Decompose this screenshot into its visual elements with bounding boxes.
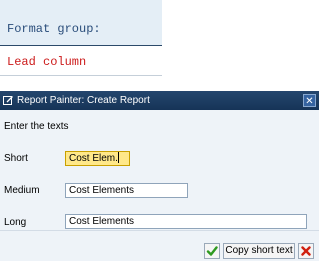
edit-window-icon bbox=[3, 95, 14, 106]
format-panel: Format group: Lead column bbox=[0, 0, 162, 85]
dialog-title: Report Painter: Create Report bbox=[17, 95, 150, 106]
medium-label: Medium bbox=[4, 185, 40, 196]
dialog-footer-divider bbox=[0, 230, 319, 231]
create-report-dialog: Report Painter: Create Report ✕ Enter th… bbox=[0, 91, 319, 261]
confirm-button[interactable] bbox=[204, 243, 220, 259]
dialog-intro-text: Enter the texts bbox=[4, 121, 69, 132]
cancel-x-icon bbox=[301, 246, 311, 256]
short-text-value: Cost Elem. bbox=[69, 153, 118, 164]
lead-column-row[interactable]: Lead column bbox=[0, 49, 162, 76]
text-caret bbox=[117, 152, 119, 163]
close-icon: ✕ bbox=[305, 96, 314, 107]
dialog-titlebar: Report Painter: Create Report ✕ bbox=[0, 91, 319, 110]
long-text-input[interactable]: Cost Elements bbox=[65, 214, 307, 229]
close-button[interactable]: ✕ bbox=[303, 94, 316, 107]
short-label: Short bbox=[4, 153, 28, 164]
medium-text-value: Cost Elements bbox=[69, 185, 135, 196]
medium-text-input[interactable]: Cost Elements bbox=[65, 183, 188, 198]
copy-short-text-button[interactable]: Copy short text bbox=[223, 243, 295, 259]
lead-column-text[interactable]: Lead column bbox=[7, 55, 86, 69]
cancel-button[interactable] bbox=[298, 243, 314, 259]
long-label: Long bbox=[4, 217, 27, 228]
check-icon bbox=[206, 246, 218, 256]
format-group-label: Format group: bbox=[7, 22, 101, 36]
format-group-row: Format group: bbox=[0, 0, 162, 46]
short-text-input[interactable]: Cost Elem. bbox=[65, 151, 130, 166]
long-text-value: Cost Elements bbox=[69, 216, 135, 227]
